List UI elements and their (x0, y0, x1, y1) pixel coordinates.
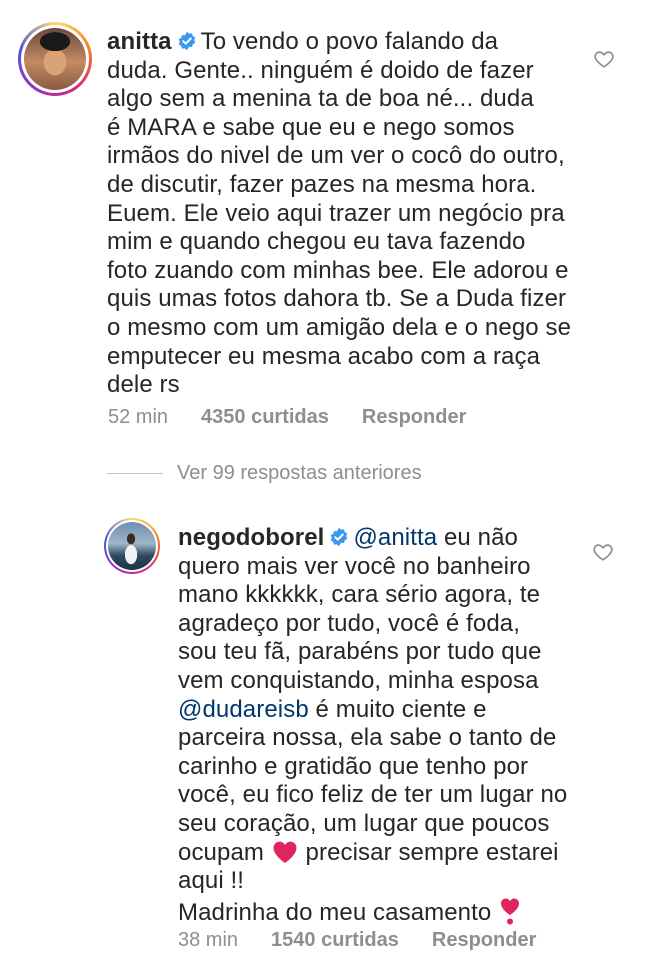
comment-meta: 52 min 4350 curtidas Responder (108, 406, 466, 429)
reply-button[interactable]: Responder (362, 406, 466, 429)
mention-link[interactable]: @anitta (353, 524, 437, 551)
reply-button[interactable]: Responder (432, 929, 536, 952)
view-replies-label: Ver 99 respostas anteriores (177, 462, 422, 484)
comment-line: To vendo o povo falando da (200, 28, 499, 55)
view-previous-replies[interactable]: Ver 99 respostas anteriores (107, 462, 422, 485)
comment-line: duda. Gente.. ninguém é doido de fazer (107, 56, 534, 84)
likes-count[interactable]: 4350 curtidas (201, 406, 329, 429)
comment-line: quis umas fotos dahora tb. Se a Duda fiz… (107, 285, 567, 313)
comment-line: algo sem a menina ta de boa né... duda (107, 85, 534, 113)
comment-line: seu coração, um lugar que poucos (178, 809, 550, 837)
comment-line: dele rs (107, 371, 180, 399)
avatar[interactable] (18, 22, 92, 96)
comment-line: irmãos do nivel de um ver o cocô do outr… (107, 142, 565, 170)
comment-line: é muito ciente e (308, 695, 487, 723)
comment-line: quero mais ver você no banheiro (178, 552, 531, 580)
heavy-heart-exclamation-emoji (501, 898, 520, 925)
comment-line: de discutir, fazer pazes na mesma hora. (107, 170, 537, 198)
divider-line (107, 473, 163, 474)
comment-line: parceira nossa, ela sabe o tanto de (178, 724, 557, 752)
comment-line: vem conquistando, minha esposa (178, 666, 539, 694)
comment-line: carinho e gratidão que tenho por (178, 752, 529, 780)
comment-meta: 38 min 1540 curtidas Responder (178, 929, 536, 952)
verified-badge-icon (331, 527, 348, 547)
username[interactable]: anitta (107, 28, 172, 55)
comment-line: eu não (437, 524, 518, 551)
avatar-photo (24, 28, 86, 90)
comment-line: mano kkkkkk, cara sério agora, te (178, 581, 541, 609)
mention-link[interactable]: @dudareisb (178, 696, 309, 723)
verified-badge-icon (178, 31, 195, 51)
comment-line: foto zuando com minhas bee. Ele adorou e (107, 256, 569, 284)
comments-screen: anitta To vendo o povo falando da duda. G… (0, 0, 649, 960)
comment-line: o mesmo com um amigão dela e o nego se (107, 313, 572, 341)
comment-text: negodoborel @anitta eu não quero mais ver… (178, 524, 598, 927)
username[interactable]: negodoborel (178, 524, 324, 551)
likes-count[interactable]: 1540 curtidas (271, 929, 399, 952)
comment-line: Madrinha do meu casamento (178, 898, 492, 926)
comment-time: 52 min (108, 406, 169, 428)
comment-line: aqui !! (178, 867, 245, 895)
avatar-photo (108, 522, 156, 570)
comment-line: você, eu fico feliz de ter um lugar no (178, 781, 568, 809)
comment-line: emputecer eu mesma acabo com a raça (107, 342, 541, 370)
avatar[interactable] (104, 518, 160, 574)
comment-line: agradeço por tudo, você é foda, (178, 609, 521, 637)
comment-line: mim e quando chegou eu tava fazendo (107, 228, 526, 256)
heart-outline-icon[interactable] (592, 541, 614, 563)
comment-text: anitta To vendo o povo falando da duda. G… (107, 28, 597, 400)
red-heart-emoji (273, 841, 297, 863)
comment-line: é MARA e sabe que eu e nego somos (107, 113, 515, 141)
comment-line: ocupam (178, 838, 264, 866)
comment-line: precisar sempre estarei (298, 838, 559, 866)
heart-outline-icon[interactable] (593, 48, 615, 70)
comment-line: Euem. Ele veio aqui trazer um negócio pr… (107, 199, 565, 227)
comment-line: sou teu fã, parabéns por tudo que (178, 638, 542, 666)
comment-time: 38 min (178, 929, 239, 951)
